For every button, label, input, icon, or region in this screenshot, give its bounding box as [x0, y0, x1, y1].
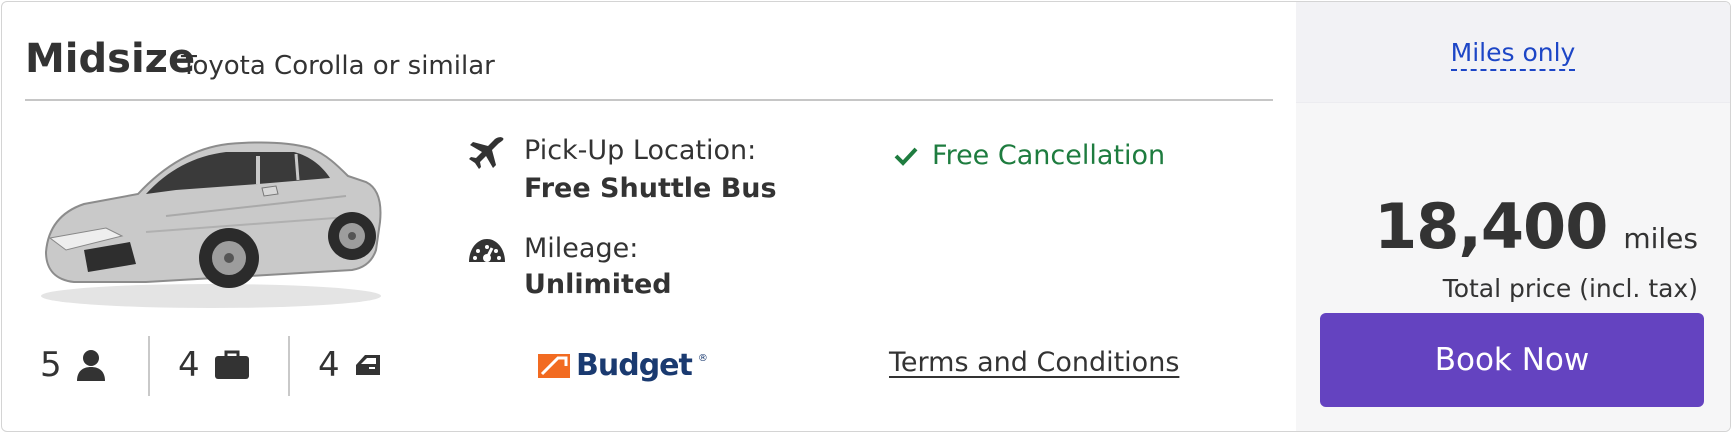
- briefcase-icon: [214, 350, 249, 379]
- mileage-label: Mileage:: [524, 233, 639, 264]
- free-cancellation-label: Free Cancellation: [932, 140, 1166, 171]
- car-image: [41, 141, 382, 308]
- bag-capacity: 4: [178, 332, 250, 398]
- terms-and-conditions-link[interactable]: Terms and Conditions: [889, 347, 1179, 378]
- passenger-capacity: 5: [40, 332, 106, 398]
- vendor-name: Budget: [576, 348, 693, 383]
- free-cancellation: Free Cancellation: [894, 140, 1165, 171]
- pickup-label: Pick-Up Location:: [524, 135, 757, 166]
- plane-icon: [469, 137, 504, 169]
- pricing-tab: Miles only: [1296, 2, 1730, 103]
- book-now-button[interactable]: Book Now: [1320, 313, 1704, 407]
- vendor-trademark: ®: [697, 353, 708, 364]
- car-rental-card: Midsize Toyota Corolla or similar 5 4 4 …: [1, 1, 1731, 432]
- pickup-value: Free Shuttle Bus: [524, 173, 777, 204]
- checkmark-icon: [894, 147, 918, 166]
- door-count: 4: [318, 345, 340, 385]
- rental-details: Midsize Toyota Corolla or similar 5 4 4 …: [2, 2, 1295, 431]
- door-count-spec: 4: [318, 332, 382, 398]
- card-header: Midsize Toyota Corolla or similar: [25, 34, 1273, 101]
- price-note: Total price (incl. tax): [1442, 274, 1698, 303]
- budget-logo-mark: [538, 353, 570, 378]
- bag-count: 4: [178, 345, 200, 385]
- price-amount: 18,400: [1374, 190, 1608, 263]
- car-model-subtitle: Toyota Corolla or similar: [181, 51, 495, 81]
- spec-divider: [288, 336, 290, 396]
- pricing-panel: Miles only 18,400 miles Total price (inc…: [1296, 2, 1730, 431]
- passenger-count: 5: [40, 345, 62, 385]
- car-door-icon: [355, 355, 380, 375]
- person-icon: [76, 350, 105, 381]
- spec-divider: [148, 336, 150, 396]
- mileage-value: Unlimited: [524, 269, 672, 300]
- price-unit: miles: [1623, 222, 1698, 255]
- car-class-title: Midsize: [25, 36, 196, 82]
- miles-only-container: Miles only: [1296, 38, 1730, 71]
- price-display: 18,400 miles: [1374, 190, 1698, 263]
- speedometer-icon: [469, 239, 505, 262]
- vendor-logo: Budget ®: [538, 348, 708, 383]
- miles-only-link[interactable]: Miles only: [1450, 38, 1576, 71]
